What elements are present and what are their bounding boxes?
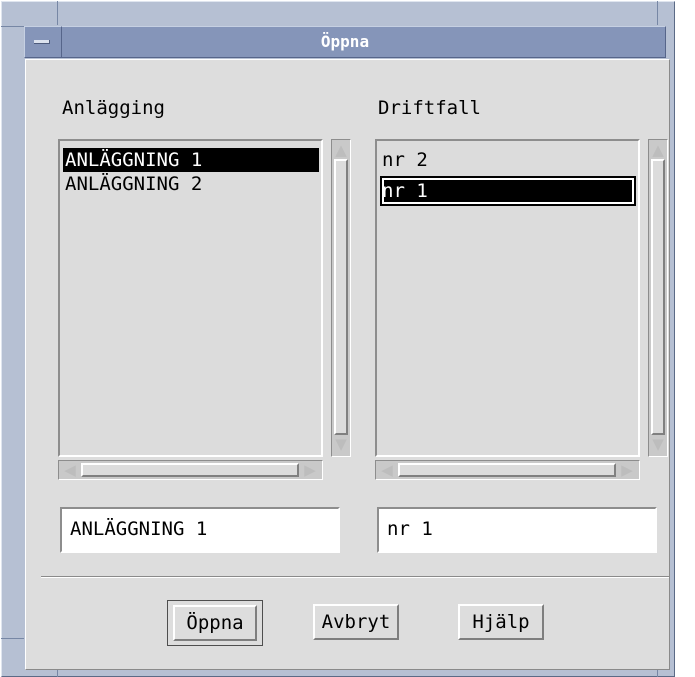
scroll-thumb[interactable] <box>334 159 348 435</box>
anlaggning-list[interactable]: ANLÄGGNING 1 ANLÄGGNING 2 <box>58 139 323 457</box>
scroll-thumb[interactable] <box>81 463 299 477</box>
list-item[interactable]: ANLÄGGNING 1 <box>63 148 319 172</box>
scroll-thumb[interactable] <box>651 159 665 435</box>
window-title: Öppna <box>320 32 370 51</box>
window-menu-button[interactable] <box>24 26 62 58</box>
list-item[interactable]: ANLÄGGNING 2 <box>63 172 204 196</box>
scroll-right-icon[interactable]: ▶ <box>618 463 636 478</box>
title-bar[interactable]: Öppna <box>24 26 666 58</box>
scroll-right-icon[interactable]: ▶ <box>301 463 319 478</box>
scroll-up-icon[interactable]: ▲ <box>651 143 665 158</box>
frame-corner-mark <box>657 670 658 677</box>
scroll-left-icon[interactable]: ◀ <box>378 463 396 478</box>
driftfall-label: Driftfall <box>378 97 481 119</box>
anlaggning-field[interactable]: ANLÄGGNING 1 <box>60 507 340 553</box>
anlaggning-vscrollbar[interactable]: ▲ ▼ <box>331 139 351 457</box>
window-menu-icon <box>34 40 50 44</box>
driftfall-field[interactable]: nr 1 <box>377 507 657 553</box>
list-item[interactable]: nr 2 <box>380 148 430 172</box>
anlaggning-label: Anlägging <box>62 97 165 119</box>
scroll-left-icon[interactable]: ◀ <box>61 463 79 478</box>
help-button[interactable]: Hjälp <box>458 604 544 640</box>
scroll-thumb[interactable] <box>398 463 616 477</box>
cancel-button[interactable]: Avbryt <box>313 604 399 640</box>
driftfall-vscrollbar[interactable]: ▲ ▼ <box>648 139 668 457</box>
scroll-up-icon[interactable]: ▲ <box>334 143 348 158</box>
frame-corner-mark <box>657 1 658 25</box>
list-item[interactable]: nr 1 <box>380 176 636 206</box>
scroll-down-icon[interactable]: ▼ <box>334 437 348 452</box>
frame-corner-mark <box>1 638 24 639</box>
frame-corner-mark <box>1 26 24 27</box>
frame-corner-mark <box>57 1 58 25</box>
separator <box>41 577 669 578</box>
driftfall-list[interactable]: nr 2 nr 1 <box>375 139 640 457</box>
frame-corner-mark <box>57 670 58 677</box>
anlaggning-hscrollbar[interactable]: ◀ ▶ <box>58 460 323 480</box>
scroll-down-icon[interactable]: ▼ <box>651 437 665 452</box>
open-button[interactable]: Öppna <box>173 605 257 641</box>
driftfall-hscrollbar[interactable]: ◀ ▶ <box>375 460 640 480</box>
